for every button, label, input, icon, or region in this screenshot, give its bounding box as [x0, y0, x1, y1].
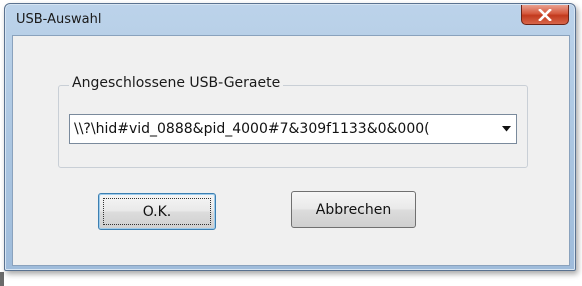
cancel-button-label: Abbrechen: [315, 201, 392, 218]
title-bar[interactable]: USB-Auswahl: [5, 4, 575, 36]
close-x-icon: [538, 8, 552, 21]
close-button[interactable]: [521, 5, 569, 25]
dialog-body: Angeschlossene USB-Geraete \\?\hid#vid_0…: [12, 35, 570, 266]
chevron-down-icon[interactable]: [498, 116, 515, 142]
cancel-button[interactable]: Abbrechen: [291, 191, 416, 228]
ok-button-label: O.K.: [142, 203, 172, 220]
usb-devices-group: Angeschlossene USB-Geraete \\?\hid#vid_0…: [58, 75, 528, 168]
ok-button[interactable]: O.K.: [98, 193, 216, 230]
window-title: USB-Auswahl: [16, 12, 102, 27]
usb-device-select-value: \\?\hid#vid_0888&pid_4000#7&309f1133&0&0…: [74, 121, 430, 137]
group-legend: Angeschlossene USB-Geraete: [69, 75, 284, 91]
dialog-window: USB-Auswahl Angeschlossene USB-Geraete \…: [4, 3, 576, 271]
edge-marker: [0, 272, 4, 286]
usb-device-select[interactable]: \\?\hid#vid_0888&pid_4000#7&309f1133&0&0…: [69, 114, 517, 144]
